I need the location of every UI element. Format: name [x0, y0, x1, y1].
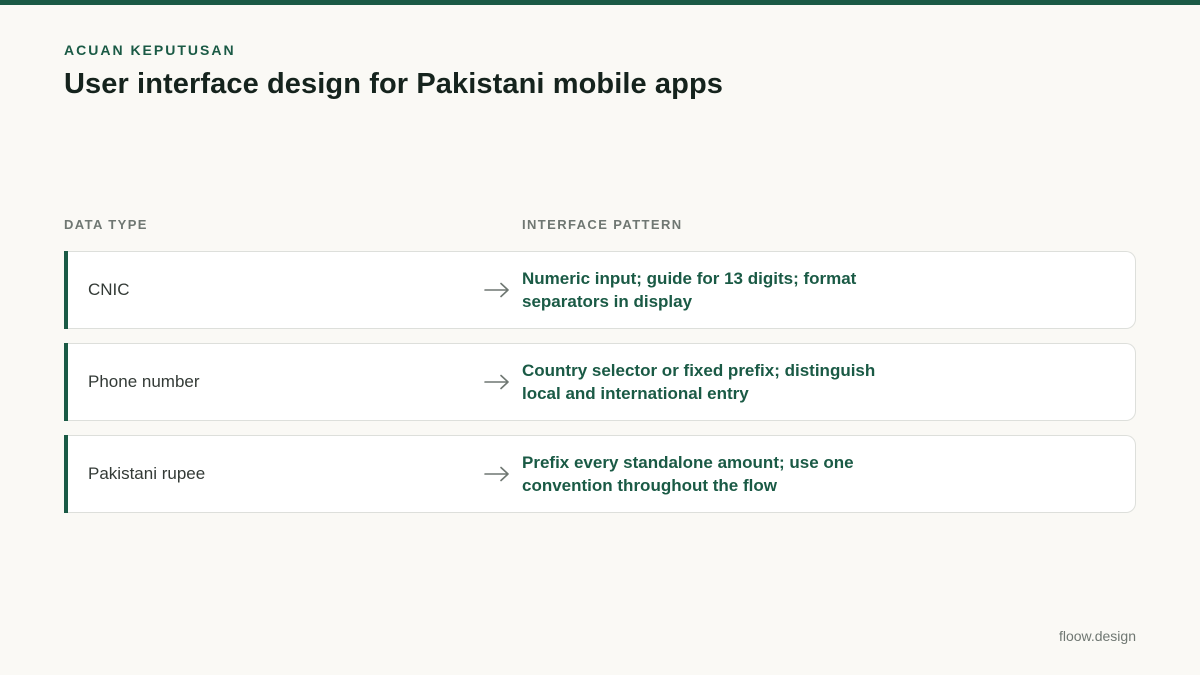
interface-pattern-text: Country selector or fixed prefix; distin… — [522, 361, 876, 403]
data-type-label: Phone number — [88, 372, 200, 391]
brand-footer: floow.design — [1058, 628, 1136, 644]
mapping-row-phone-number: Phone number Country selector or fixed p… — [64, 343, 1136, 421]
data-type-label: Pakistani rupee — [88, 464, 206, 483]
mapping-row-pakistani-rupee: Pakistani rupee Prefix every standalone … — [64, 435, 1136, 513]
interface-pattern-text: Prefix every standalone amount; use one … — [522, 453, 854, 495]
data-type-label: CNIC — [88, 280, 130, 299]
top-accent-bar — [0, 0, 1200, 5]
interface-pattern-text: Numeric input; guide for 13 digits; form… — [522, 269, 857, 311]
mapping-row-cnic: CNIC Numeric input; guide for 13 digits;… — [64, 251, 1136, 329]
column-header-data-type: DATA TYPE — [64, 217, 148, 232]
eyebrow-label: ACUAN KEPUTUSAN — [64, 42, 236, 58]
arrow-right-icon — [484, 466, 509, 482]
column-header-interface-pattern: INTERFACE PATTERN — [522, 217, 683, 232]
arrow-right-icon — [484, 374, 509, 390]
arrow-right-icon — [484, 282, 509, 298]
mapping-list: CNIC Numeric input; guide for 13 digits;… — [64, 251, 1136, 527]
page-title: User interface design for Pakistani mobi… — [64, 68, 724, 100]
